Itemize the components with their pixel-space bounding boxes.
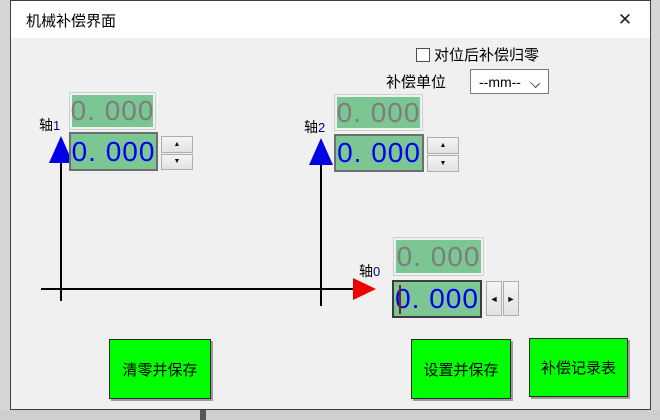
axis2-up-arrow-icon <box>309 138 333 165</box>
titlebar[interactable]: 机械补偿界面 ✕ <box>11 1 650 38</box>
zero-after-align-option: 对位后补偿归零 <box>416 44 539 65</box>
axis1-edit-field[interactable]: 0. 000 <box>69 132 158 171</box>
background-window-edge <box>200 410 206 420</box>
axis2-spin-up-button[interactable]: ▲ <box>427 137 459 154</box>
background-strip <box>0 410 660 420</box>
axis0-edit-field[interactable]: 0. 000 <box>392 280 482 318</box>
axis1-label: 轴1 <box>39 115 60 135</box>
compensation-dialog: 机械补偿界面 ✕ 对位后补偿归零 补偿单位 --mm-- 轴1 0. 000 0… <box>10 0 651 410</box>
axis0-line <box>41 288 356 290</box>
axis0-right-arrow-icon <box>353 278 376 300</box>
screen: 机械补偿界面 ✕ 对位后补偿归零 补偿单位 --mm-- 轴1 0. 000 0… <box>0 0 660 420</box>
set-and-save-button[interactable]: 设置并保存 <box>411 339 511 399</box>
axis2-spin-down-button[interactable]: ▼ <box>427 155 459 172</box>
axis0-spin-left-button[interactable]: ◄ <box>486 281 502 316</box>
axis0-label: 轴0 <box>359 261 380 281</box>
unit-select[interactable]: --mm-- <box>470 69 549 94</box>
compensation-record-button[interactable]: 补偿记录表 <box>529 338 628 397</box>
axis1-line <box>60 151 62 301</box>
axis2-label: 轴2 <box>304 117 325 137</box>
chevron-down-icon <box>531 77 541 87</box>
zero-after-align-checkbox[interactable] <box>416 48 430 62</box>
clear-and-save-button[interactable]: 清零并保存 <box>109 339 211 399</box>
axis1-spinner: ▲ ▼ <box>161 136 193 170</box>
axis2-line <box>320 153 322 306</box>
axis2-spinner: ▲ ▼ <box>427 137 459 172</box>
close-icon[interactable]: ✕ <box>612 7 638 33</box>
axis1-spin-up-button[interactable]: ▲ <box>161 136 193 153</box>
unit-label: 补偿单位 <box>386 71 446 92</box>
axis2-edit-field[interactable]: 0. 000 <box>334 134 424 172</box>
axis0-spinner: ◄ ► <box>486 281 519 316</box>
axis0-raw-display: 0. 000 <box>393 237 484 276</box>
dialog-title: 机械补偿界面 <box>26 10 116 31</box>
unit-selected-value: --mm-- <box>471 74 531 90</box>
axis1-spin-down-button[interactable]: ▼ <box>161 154 193 171</box>
axis2-raw-display: 0. 000 <box>334 94 423 131</box>
axis1-raw-display: 0. 000 <box>69 92 156 130</box>
text-caret <box>399 285 401 314</box>
zero-after-align-label: 对位后补偿归零 <box>434 44 539 65</box>
axis0-spin-right-button[interactable]: ► <box>503 281 519 316</box>
